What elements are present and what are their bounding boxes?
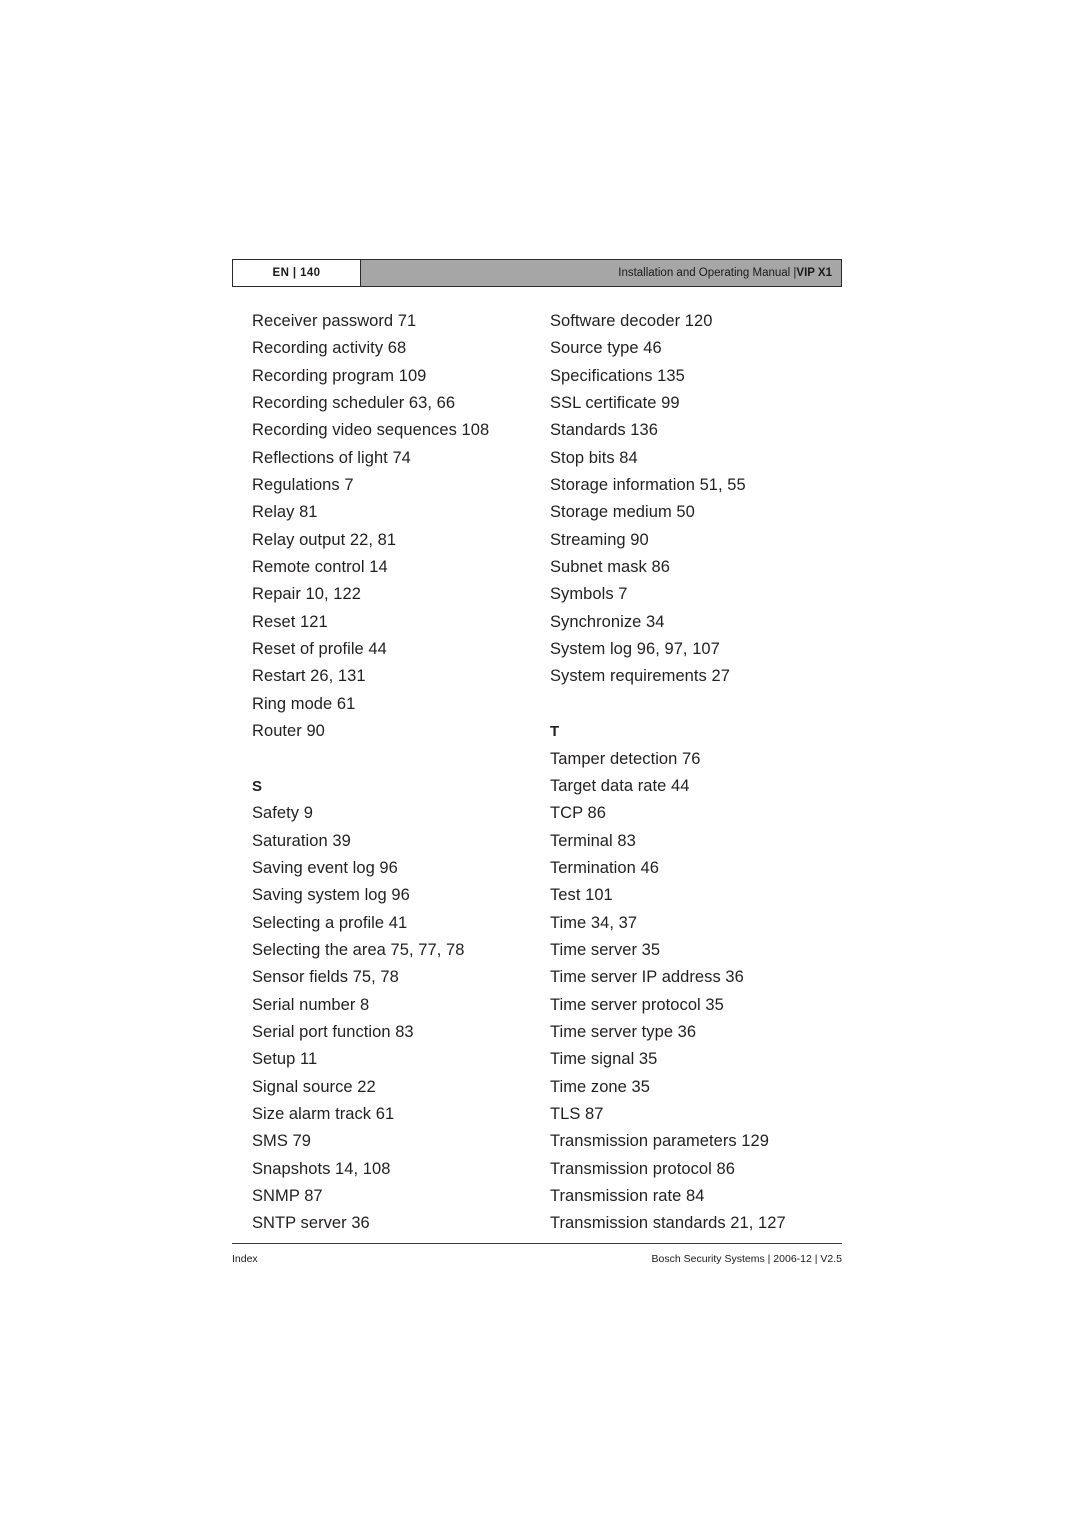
index-entry: Serial port function 83 [252,1022,414,1041]
index-entry: Receiver password 71 [252,312,417,330]
index-entry: Time server 35 [550,940,661,959]
index-entry: Software decoder 120 [550,312,713,330]
index-entry: Storage information 51, 55 [550,476,746,495]
index-entry: SNTP server 36 [252,1214,370,1233]
index-entry: SMS 79 [252,1132,311,1151]
index-entry: Specifications 135 [550,366,685,385]
index-entry: SSL certificate 99 [550,394,680,413]
index-entry: TCP 86 [550,804,606,823]
index-entry: Reflections of light 74 [252,448,411,467]
index-entry: Transmission parameters 129 [550,1132,769,1151]
index-entry: Recording program 109 [252,366,427,385]
page-header-manual-title: Installation and Operating Manual |VIP X… [361,260,841,286]
index-entry: Serial number 8 [252,995,370,1014]
index-letter-heading: T [550,723,560,741]
index-entry: Recording video sequences 108 [252,421,490,440]
index-entry: Relay output 22, 81 [252,530,397,549]
index-entry: Size alarm track 61 [252,1104,395,1123]
index-entry: Remote control 14 [252,558,388,577]
index-entry: Standards 136 [550,421,658,440]
page-header-manual-title-text: Installation and Operating Manual |VIP X… [618,267,832,279]
index-entry: Symbols 7 [550,585,628,604]
index-entry: Time zone 35 [550,1077,650,1096]
index-entry: Subnet mask 86 [550,558,670,577]
index-entry: Terminal 83 [550,831,636,850]
index-entry: TLS 87 [550,1104,604,1123]
index-entry: Saturation 39 [252,831,351,850]
index-entry: Repair 10, 122 [252,585,361,604]
index-entry: Tamper detection 76 [550,749,701,768]
index-entry: Router 90 [252,722,325,741]
index-entry: Time signal 35 [550,1050,658,1069]
index-entry: Reset of profile 44 [252,640,387,659]
index-entry: Selecting a profile 41 [252,913,408,932]
index-entry: Source type 46 [550,339,662,358]
index-body: Receiver password 71 Recording activity 6… [252,308,852,1238]
index-entry: Ring mode 61 [252,694,356,713]
index-entry: Snapshots 14, 108 [252,1159,391,1178]
index-entry: Recording activity 68 [252,339,407,358]
footer-imprint-label: Bosch Security Systems | 2006-12 | V2.5 [651,1253,842,1265]
page-header-language-page: EN | 140 [233,260,361,286]
index-entry: Test 101 [550,886,613,905]
footer-divider [232,1243,842,1244]
index-entry: Stop bits 84 [550,448,638,467]
product-name-label: VIP X1 [796,267,832,279]
index-entry: Recording scheduler 63, 66 [252,394,456,413]
index-entry: Signal source 22 [252,1077,376,1096]
index-column-right: Software decoder 120 Source type 46 Specif… [550,308,848,1238]
index-entry: Safety 9 [252,804,313,823]
index-entry: Regulations 7 [252,476,354,495]
index-entry: Time 34, 37 [550,913,638,932]
page-footer: Index Bosch Security Systems | 2006-12 |… [232,1253,842,1265]
index-entry: System requirements 27 [550,667,730,686]
footer-section-label: Index [232,1253,258,1265]
index-entry: Saving event log 96 [252,858,398,877]
index-entry: Sensor fields 75, 78 [252,968,399,987]
index-entry: Streaming 90 [550,530,649,549]
index-entry: Storage medium 50 [550,503,695,522]
page-header-language-page-label: EN | 140 [272,267,321,279]
index-entry: Transmission protocol 86 [550,1159,735,1178]
index-entry: Synchronize 34 [550,612,665,631]
index-entry: Time server protocol 35 [550,995,724,1014]
index-letter-heading: S [252,777,263,795]
index-entry: Time server type 36 [550,1022,697,1041]
index-entry: Reset 121 [252,612,328,631]
index-column-left: Receiver password 71 Recording activity 6… [252,308,550,1238]
index-entry: Termination 46 [550,858,659,877]
index-entry: Setup 11 [252,1050,318,1069]
index-entry: Restart 26, 131 [252,667,366,686]
page-header: EN | 140 Installation and Operating Manu… [232,259,842,287]
index-entry: Transmission rate 84 [550,1187,705,1205]
index-entry: Target data rate 44 [550,776,690,795]
index-columns: Receiver password 71 Recording activity 6… [252,308,852,1238]
manual-title-label: Installation and Operating Manual | [618,267,797,279]
index-entry: Saving system log 96 [252,886,410,905]
index-entry: Relay 81 [252,503,318,522]
index-entry: System log 96, 97, 107 [550,640,720,659]
index-entry: Transmission standards 21, 127 [550,1214,786,1233]
manual-page: EN | 140 Installation and Operating Manu… [0,0,1080,1528]
index-entry: Selecting the area 75, 77, 78 [252,940,465,959]
index-entry: SNMP 87 [252,1187,323,1205]
index-entry: Time server IP address 36 [550,968,744,987]
